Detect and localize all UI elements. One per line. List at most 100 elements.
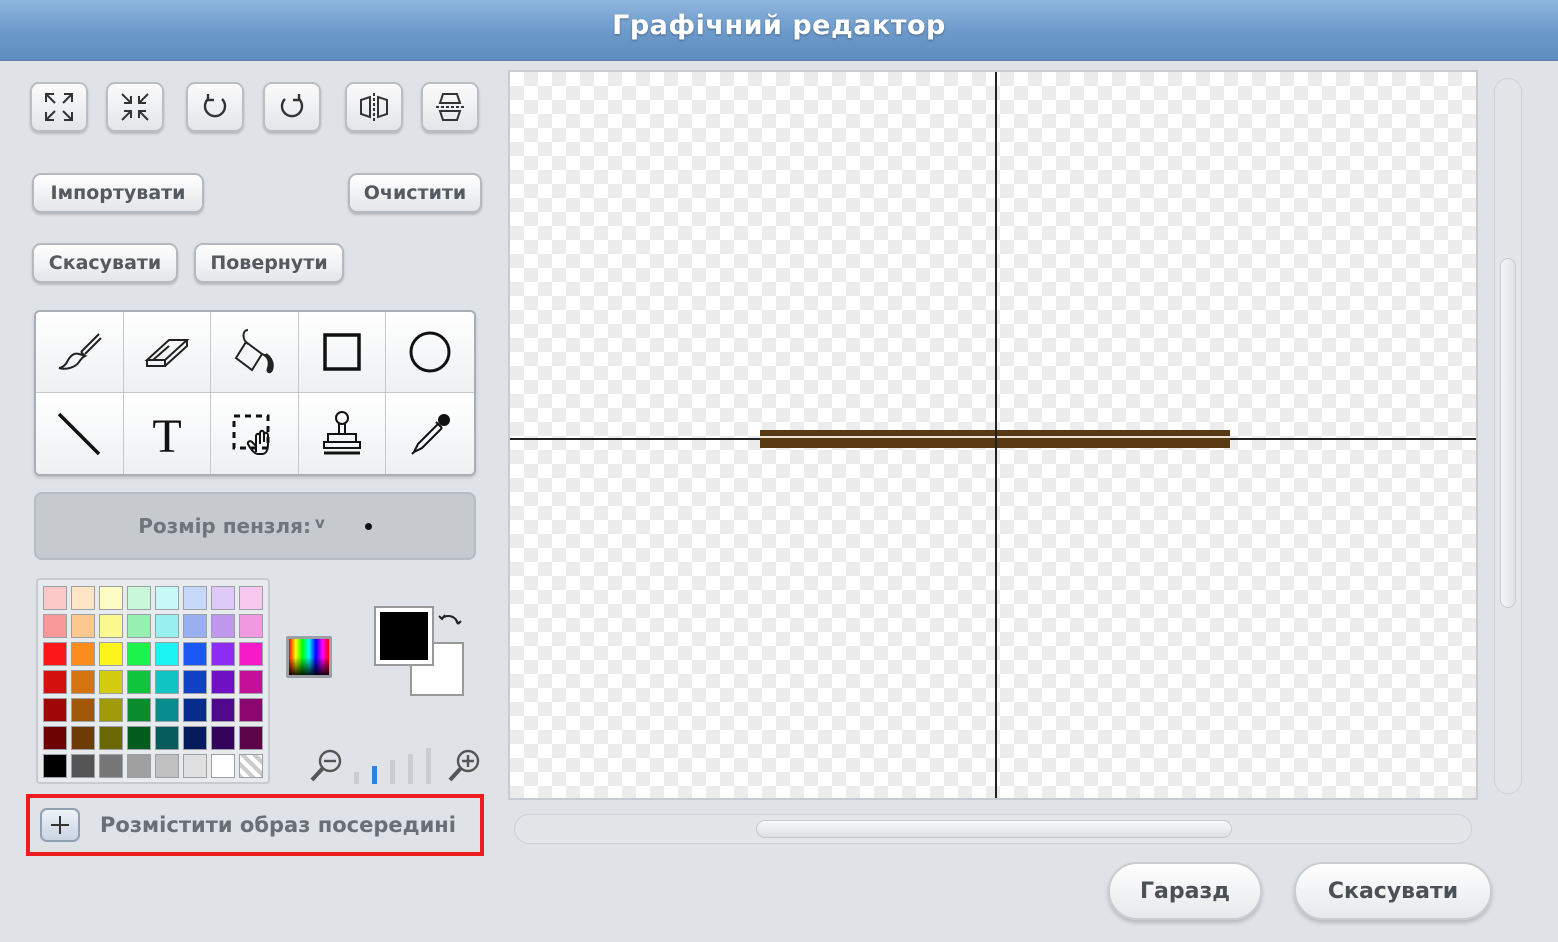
color-swatch[interactable] [183, 726, 207, 750]
fill-bucket-tool[interactable] [211, 312, 299, 393]
color-swatch[interactable] [211, 642, 235, 666]
color-swatch[interactable] [99, 614, 123, 638]
color-swatch[interactable] [183, 754, 207, 778]
color-swatch[interactable] [183, 614, 207, 638]
color-swatch[interactable] [155, 586, 179, 610]
eraser-tool[interactable] [123, 312, 212, 393]
color-swatch[interactable] [127, 586, 151, 610]
color-swatch[interactable] [239, 614, 263, 638]
svg-text:T: T [152, 410, 181, 462]
color-swatch[interactable] [127, 726, 151, 750]
color-swatch[interactable] [239, 586, 263, 610]
color-swatch[interactable] [99, 670, 123, 694]
color-swatch[interactable] [43, 754, 67, 778]
color-swatch[interactable] [71, 614, 95, 638]
color-swatch[interactable] [211, 586, 235, 610]
color-swatch[interactable] [155, 614, 179, 638]
color-swatch[interactable] [211, 754, 235, 778]
brush-size-selector[interactable]: Розмір пензля: v [34, 492, 476, 560]
color-swatch[interactable] [155, 754, 179, 778]
zoom-level-bar[interactable] [354, 772, 359, 784]
color-spectrum-button[interactable] [286, 636, 332, 678]
grow-button[interactable] [30, 82, 88, 132]
clear-button[interactable]: Очистити [348, 173, 482, 213]
vertical-scrollbar-thumb[interactable] [1500, 258, 1516, 608]
zoom-level-indicator[interactable] [354, 744, 436, 784]
rectangle-tool[interactable] [298, 312, 387, 393]
color-swatch[interactable] [127, 614, 151, 638]
zoom-in-icon[interactable] [444, 746, 484, 786]
color-swatch[interactable] [99, 754, 123, 778]
rotate-left-button[interactable] [186, 82, 244, 132]
zoom-out-icon[interactable] [306, 746, 346, 786]
text-icon: T [152, 410, 181, 462]
color-swatch[interactable] [183, 586, 207, 610]
paintbrush-tool[interactable] [36, 312, 124, 393]
color-swatch[interactable] [211, 726, 235, 750]
color-swatch[interactable] [43, 670, 67, 694]
color-swatch[interactable] [99, 698, 123, 722]
zoom-level-bar[interactable] [372, 766, 377, 784]
color-swatch[interactable] [71, 726, 95, 750]
redo-button[interactable]: Повернути [194, 243, 344, 283]
color-swatch[interactable] [43, 586, 67, 610]
color-swatch[interactable] [127, 698, 151, 722]
color-swatch[interactable] [155, 670, 179, 694]
grow-icon [45, 93, 73, 121]
color-swatch[interactable] [99, 586, 123, 610]
zoom-level-bar[interactable] [390, 760, 395, 784]
shrink-button[interactable] [106, 82, 164, 132]
zoom-level-bar[interactable] [408, 754, 413, 784]
color-swatch[interactable] [71, 642, 95, 666]
select-tool[interactable] [211, 393, 299, 474]
title-bar[interactable]: Графічний редактор [0, 0, 1558, 61]
color-swatch[interactable] [239, 642, 263, 666]
color-swatch[interactable] [155, 642, 179, 666]
text-tool[interactable]: T [123, 393, 212, 474]
color-swatch[interactable] [183, 698, 207, 722]
stamp-tool[interactable] [298, 393, 387, 474]
eyedropper-tool[interactable] [386, 393, 474, 474]
undo-button[interactable]: Скасувати [32, 243, 178, 283]
color-swatch[interactable] [43, 614, 67, 638]
color-swatch[interactable] [71, 698, 95, 722]
color-swatch[interactable] [99, 642, 123, 666]
color-swatch[interactable] [155, 726, 179, 750]
ok-button[interactable]: Гаразд [1108, 862, 1262, 920]
center-image-button[interactable] [40, 808, 80, 842]
color-swatch[interactable] [127, 642, 151, 666]
color-swatch[interactable] [43, 726, 67, 750]
color-swatch[interactable] [71, 670, 95, 694]
color-swatch[interactable] [71, 586, 95, 610]
flip-vertical-button[interactable] [421, 82, 479, 132]
zoom-level-bar[interactable] [426, 748, 431, 784]
color-swatch[interactable] [71, 754, 95, 778]
transparent-swatch[interactable] [239, 754, 263, 778]
color-swatch[interactable] [183, 670, 207, 694]
import-button[interactable]: Імпортувати [32, 173, 204, 213]
ellipse-tool[interactable] [386, 312, 474, 393]
canvas-content [510, 72, 1476, 798]
color-swatch[interactable] [43, 642, 67, 666]
color-swatch[interactable] [239, 698, 263, 722]
flip-horizontal-icon [360, 93, 388, 121]
color-swatch[interactable] [127, 754, 151, 778]
color-swatch[interactable] [239, 670, 263, 694]
flip-horizontal-button[interactable] [345, 82, 403, 132]
color-swatch[interactable] [211, 614, 235, 638]
cancel-button[interactable]: Скасувати [1294, 862, 1492, 920]
color-swatch[interactable] [99, 726, 123, 750]
color-swatch[interactable] [211, 670, 235, 694]
horizontal-scrollbar-thumb[interactable] [756, 820, 1232, 838]
drawing-canvas[interactable] [508, 70, 1478, 800]
foreground-color-swatch[interactable] [374, 606, 434, 666]
color-swatch[interactable] [155, 698, 179, 722]
color-swatch[interactable] [211, 698, 235, 722]
swap-colors-icon[interactable] [436, 610, 462, 636]
color-swatch[interactable] [43, 698, 67, 722]
rotate-right-button[interactable] [263, 82, 321, 132]
color-swatch[interactable] [239, 726, 263, 750]
line-tool[interactable] [36, 393, 124, 474]
color-swatch[interactable] [183, 642, 207, 666]
color-swatch[interactable] [127, 670, 151, 694]
